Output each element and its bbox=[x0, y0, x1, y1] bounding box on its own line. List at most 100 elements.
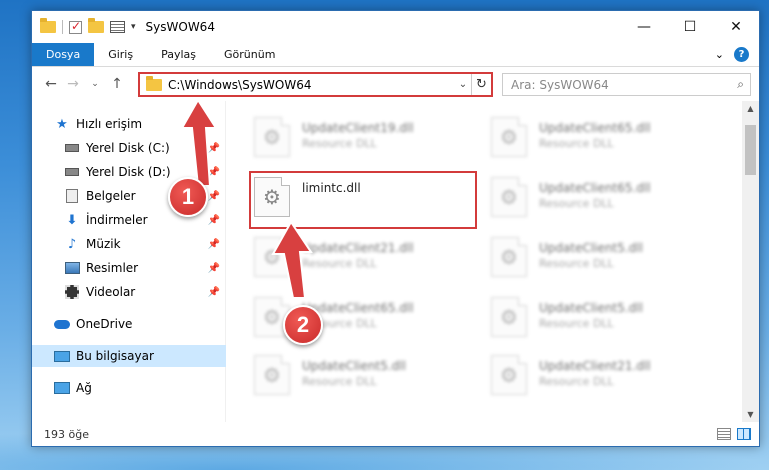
file-item[interactable]: ⚙ UpdateClient5.dll Resource DLL bbox=[254, 355, 484, 403]
address-row: ← → ⌄ ↑ C:\Windows\SysWOW64 ⌄ ↻ Ara: Sys… bbox=[32, 67, 759, 101]
computer-icon bbox=[54, 348, 70, 364]
nav-item-videos[interactable]: Videolar 📌 bbox=[32, 281, 226, 303]
chevron-down-icon[interactable]: ▾ bbox=[131, 22, 136, 32]
recent-chevron-icon[interactable]: ⌄ bbox=[84, 79, 106, 89]
nav-label: Müzik bbox=[86, 237, 121, 251]
back-arrow-icon[interactable]: ← bbox=[40, 76, 62, 92]
file-item[interactable]: ⚙ UpdateClient65.dll Resource DLL bbox=[491, 177, 721, 225]
nav-network[interactable]: Ağ bbox=[32, 377, 226, 399]
help-icon[interactable]: ? bbox=[734, 47, 749, 62]
nav-this-pc[interactable]: Bu bilgisayar bbox=[32, 345, 226, 367]
nav-item-disk-c[interactable]: Yerel Disk (C:) 📌 bbox=[32, 137, 226, 159]
nav-item-music[interactable]: ♪ Müzik 📌 bbox=[32, 233, 226, 255]
window-title: SysWOW64 bbox=[145, 20, 215, 34]
nav-label: Resimler bbox=[86, 261, 139, 275]
expand-ribbon-icon[interactable]: ⌄ bbox=[715, 48, 724, 61]
nav-label: Yerel Disk (C:) bbox=[86, 141, 170, 155]
minimize-button[interactable]: — bbox=[621, 11, 667, 43]
nav-label: Yerel Disk (D:) bbox=[86, 165, 171, 179]
tab-view[interactable]: Görünüm bbox=[210, 43, 289, 66]
nav-onedrive[interactable]: OneDrive bbox=[32, 313, 226, 335]
star-icon: ★ bbox=[56, 116, 68, 132]
gear-file-icon: ⚙ bbox=[254, 237, 290, 277]
pin-icon: 📌 bbox=[207, 214, 220, 226]
file-item[interactable]: ⚙ UpdateClient65.dll Resource DLL bbox=[491, 117, 721, 165]
tab-share[interactable]: Paylaş bbox=[147, 43, 210, 66]
gear-file-icon: ⚙ bbox=[491, 355, 527, 395]
drive-icon bbox=[64, 140, 80, 156]
quick-access-toolbar: ▾ bbox=[32, 18, 136, 34]
nav-quick-access[interactable]: ★ Hızlı erişim bbox=[32, 113, 226, 135]
nav-item-pictures[interactable]: Resimler 📌 bbox=[32, 257, 226, 279]
file-name: UpdateClient21.dll bbox=[539, 359, 651, 373]
file-name: UpdateClient5.dll bbox=[302, 359, 406, 373]
maximize-icon: ☐ bbox=[683, 19, 697, 35]
properties-check-icon[interactable] bbox=[69, 19, 82, 34]
gear-file-icon: ⚙ bbox=[491, 177, 527, 217]
gear-file-icon: ⚙ bbox=[254, 355, 290, 395]
document-icon bbox=[64, 188, 80, 204]
address-path[interactable]: C:\Windows\SysWOW64 bbox=[168, 78, 312, 92]
search-icon: ⌕ bbox=[737, 77, 744, 91]
scroll-up-icon[interactable]: ▲ bbox=[742, 104, 759, 113]
nav-label: Bu bilgisayar bbox=[76, 349, 154, 363]
address-dropdown-icon[interactable]: ⌄ bbox=[455, 79, 471, 90]
tiles-view-icon[interactable] bbox=[737, 428, 751, 440]
title-bar: ▾ SysWOW64 — ☐ ✕ bbox=[32, 11, 759, 43]
gear-file-icon: ⚙ bbox=[491, 117, 527, 157]
tab-home[interactable]: Giriş bbox=[94, 43, 147, 66]
close-button[interactable]: ✕ bbox=[713, 11, 759, 43]
customize-icon[interactable] bbox=[110, 21, 125, 33]
file-item[interactable]: ⚙ UpdateClient21.dll Resource DLL bbox=[491, 355, 721, 403]
status-bar: 193 öğe bbox=[32, 422, 759, 446]
folder-icon bbox=[146, 75, 162, 91]
file-item[interactable]: ⚙ UpdateClient19.dll Resource DLL bbox=[254, 117, 484, 165]
file-name: UpdateClient65.dll bbox=[539, 181, 651, 195]
address-bar[interactable]: C:\Windows\SysWOW64 ⌄ ↻ bbox=[138, 72, 493, 97]
forward-arrow-icon[interactable]: → bbox=[62, 76, 84, 92]
file-name: UpdateClient19.dll bbox=[302, 121, 414, 135]
file-item[interactable]: ⚙ UpdateClient5.dll Resource DLL bbox=[491, 297, 721, 345]
video-icon bbox=[64, 284, 80, 300]
file-name: UpdateClient65.dll bbox=[539, 121, 651, 135]
scroll-thumb[interactable] bbox=[745, 125, 756, 175]
vertical-scrollbar[interactable]: ▲ ▼ bbox=[742, 101, 759, 422]
drive-icon bbox=[64, 164, 80, 180]
nav-label: Belgeler bbox=[86, 189, 136, 203]
file-item[interactable]: ⚙ UpdateClient5.dll Resource DLL bbox=[491, 237, 721, 285]
cloud-icon bbox=[54, 316, 70, 332]
file-name: UpdateClient21.dll bbox=[302, 241, 414, 255]
file-name: UpdateClient5.dll bbox=[539, 301, 643, 315]
view-switcher bbox=[717, 428, 751, 440]
file-type: Resource DLL bbox=[302, 375, 377, 388]
gear-file-icon: ⚙ bbox=[491, 237, 527, 277]
pin-icon: 📌 bbox=[207, 238, 220, 250]
pictures-icon bbox=[64, 260, 80, 276]
file-item[interactable]: ⚙ UpdateClient21.dll Resource DLL bbox=[254, 237, 484, 285]
nav-label: Videolar bbox=[86, 285, 136, 299]
item-count: 193 öğe bbox=[44, 427, 89, 441]
music-icon: ♪ bbox=[67, 236, 77, 252]
tab-file[interactable]: Dosya bbox=[32, 43, 95, 66]
file-type: Resource DLL bbox=[539, 197, 614, 210]
refresh-icon[interactable]: ↻ bbox=[471, 74, 491, 95]
callout-badge-1: 1 bbox=[168, 177, 208, 217]
ribbon-right: ⌄ ? bbox=[715, 43, 759, 66]
file-type: Resource DLL bbox=[539, 137, 614, 150]
file-type: Resource DLL bbox=[302, 257, 377, 270]
new-folder-icon[interactable] bbox=[88, 18, 104, 33]
nav-label: Hızlı erişim bbox=[76, 117, 143, 131]
file-list: ⚙ UpdateClient19.dll Resource DLL ⚙ limin… bbox=[226, 101, 759, 422]
file-type: Resource DLL bbox=[539, 257, 614, 270]
ribbon-tabs: Dosya Giriş Paylaş Görünüm ⌄ ? bbox=[32, 43, 759, 67]
gear-file-icon: ⚙ bbox=[491, 297, 527, 337]
up-arrow-icon[interactable]: ↑ bbox=[106, 76, 128, 92]
search-input[interactable]: Ara: SysWOW64 ⌕ bbox=[502, 73, 751, 96]
pin-icon: 📌 bbox=[207, 166, 220, 178]
file-name: UpdateClient5.dll bbox=[539, 241, 643, 255]
maximize-button[interactable]: ☐ bbox=[667, 11, 713, 43]
scroll-down-icon[interactable]: ▼ bbox=[742, 410, 759, 419]
details-view-icon[interactable] bbox=[717, 428, 731, 440]
callout-badge-2: 2 bbox=[283, 305, 323, 345]
minimize-icon: — bbox=[637, 19, 651, 35]
